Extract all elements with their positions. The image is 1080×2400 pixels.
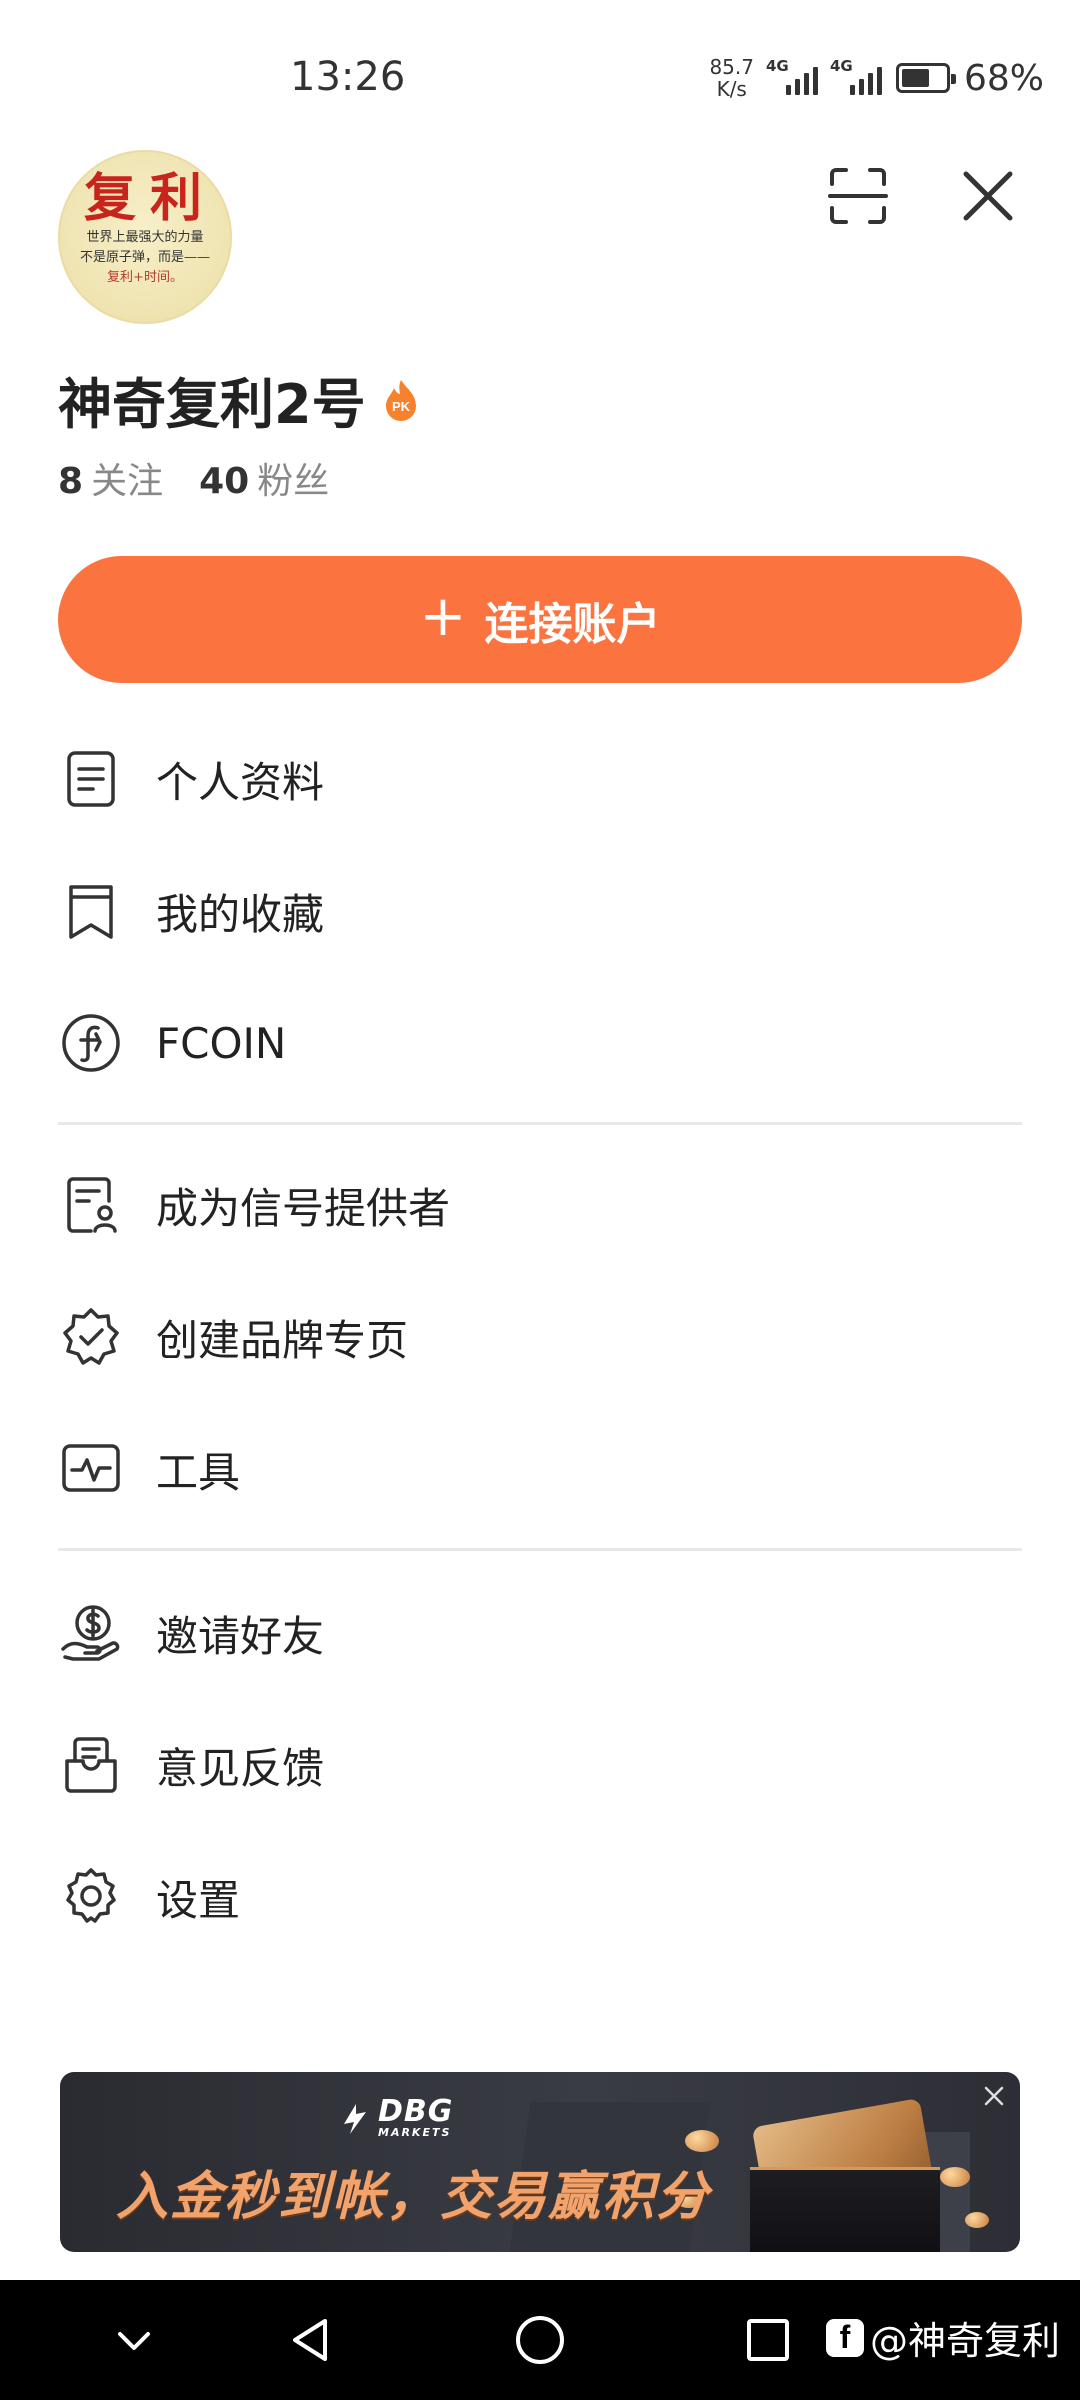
menu-item-feedback[interactable]: 意见反馈 [58, 1710, 1022, 1820]
followers-label: 粉丝 [257, 461, 330, 502]
status-bar: 13:26 85.7 K/s 4G 4G 68% [0, 0, 1080, 150]
followers-stat[interactable]: 40 粉丝 [199, 452, 329, 504]
status-time: 13:26 [290, 54, 406, 100]
sim2-type: 4G [829, 57, 853, 75]
coin-decoration [940, 2167, 970, 2187]
menu-label: FCOIN [156, 1018, 287, 1068]
following-stat[interactable]: 8 关注 [58, 452, 163, 504]
dbg-logo-icon [344, 2103, 366, 2134]
pk-flame-badge-icon[interactable]: PK [382, 378, 420, 422]
menu-label: 我的收藏 [156, 889, 325, 939]
section-divider [58, 1122, 1022, 1125]
recents-square-icon [747, 2319, 789, 2361]
menu-label: 邀请好友 [156, 1611, 325, 1661]
svg-text:PK: PK [392, 399, 411, 414]
back-triangle-icon [293, 2319, 327, 2361]
banner-close-icon[interactable] [978, 2080, 1010, 2112]
banner-text: 入金秒到帐，交易赢积分 [116, 2167, 711, 2227]
nav-home-button[interactable] [510, 2310, 570, 2370]
brand-sub: MARKETS [378, 2126, 452, 2139]
chevron-down-icon [118, 2332, 150, 2350]
avatar-line-2: 不是原子弹，而是—— [79, 250, 210, 265]
brand-name: DBG [378, 2094, 454, 2129]
battery-percent: 68% [963, 57, 1044, 99]
nav-recents-button[interactable] [738, 2310, 798, 2370]
plus-icon: + [419, 583, 467, 649]
watermark: f @神奇复利 [825, 2310, 1060, 2365]
tools-pulse-icon [58, 1436, 124, 1502]
menu-item-signal-provider[interactable]: 成为信号提供者 [58, 1150, 1022, 1260]
nav-collapse-button[interactable] [104, 2310, 164, 2370]
system-nav-bar: f @神奇复利 [0, 2280, 1080, 2400]
menu-label: 意见反馈 [156, 1743, 325, 1793]
nav-back-button[interactable] [280, 2310, 340, 2370]
connect-account-label: 连接账户 [484, 598, 661, 650]
scan-icon [828, 168, 888, 224]
menu-item-invite[interactable]: 邀请好友 [58, 1578, 1022, 1688]
watermark-logo: f [825, 2318, 864, 2357]
coin-decoration [965, 2212, 989, 2228]
fcoin-icon [58, 1010, 124, 1076]
feedback-icon [58, 1732, 124, 1798]
username: 神奇复利2号 [58, 373, 366, 436]
menu-item-fcoin[interactable]: FCOIN [58, 988, 1022, 1098]
signal-icon-sim2: 4G [830, 57, 882, 95]
avatar-line-1: 世界上最强大的力量 [86, 230, 204, 245]
menu-label: 个人资料 [156, 757, 325, 807]
signal-provider-icon [58, 1172, 124, 1238]
menu-item-tools[interactable]: 工具 [58, 1414, 1022, 1524]
banner-brand: DBG MARKETS [340, 2094, 454, 2139]
close-button[interactable] [950, 158, 1026, 234]
bookmark-icon [58, 878, 124, 944]
connect-account-button[interactable]: + 连接账户 [58, 556, 1022, 683]
home-circle-icon [516, 2316, 564, 2364]
scan-button[interactable] [820, 158, 896, 234]
sim1-type: 4G [765, 57, 789, 75]
menu-label: 成为信号提供者 [156, 1183, 451, 1233]
section-divider [58, 1548, 1022, 1551]
status-indicators: 85.7 K/s 4G 4G 68% [709, 56, 1044, 100]
coin-decoration [685, 2130, 719, 2152]
menu-item-profile[interactable]: 个人资料 [58, 724, 1022, 834]
menu-label: 设置 [156, 1875, 241, 1925]
battery-icon [895, 63, 956, 93]
avatar-title: 复利 [83, 168, 216, 229]
promo-banner[interactable]: DBG MARKETS 入金秒到帐，交易赢积分 [60, 2072, 1020, 2252]
follow-stats: 8 关注 40 粉丝 [58, 452, 365, 504]
menu-label: 创建品牌专页 [156, 1315, 409, 1365]
menu-item-settings[interactable]: 设置 [58, 1842, 1022, 1952]
avatar-line-3: 复利+时间。 [107, 270, 183, 285]
watermark-text: @神奇复利 [869, 2319, 1060, 2363]
close-icon [963, 171, 1013, 221]
username-row: 神奇复利2号 PK [58, 360, 420, 439]
invite-money-icon [58, 1600, 124, 1666]
network-speed-value: 85.7 [709, 55, 754, 79]
menu-label: 工具 [156, 1447, 241, 1497]
document-icon [58, 746, 124, 812]
followers-count: 40 [199, 461, 250, 502]
avatar[interactable]: 复利 世界上最强大的力量 不是原子弹，而是—— 复利+时间。 [58, 150, 232, 324]
menu-item-brand-page[interactable]: 创建品牌专页 [58, 1282, 1022, 1392]
following-count: 8 [58, 461, 84, 502]
menu-item-favorites[interactable]: 我的收藏 [58, 856, 1022, 966]
gear-icon [58, 1864, 124, 1930]
verified-badge-icon [58, 1304, 124, 1370]
following-label: 关注 [91, 461, 164, 502]
signal-icon-sim1: 4G [766, 57, 818, 95]
gift-box-decoration [750, 2167, 940, 2252]
network-speed: 85.7 K/s [709, 56, 754, 100]
network-speed-unit: K/s [716, 77, 747, 101]
